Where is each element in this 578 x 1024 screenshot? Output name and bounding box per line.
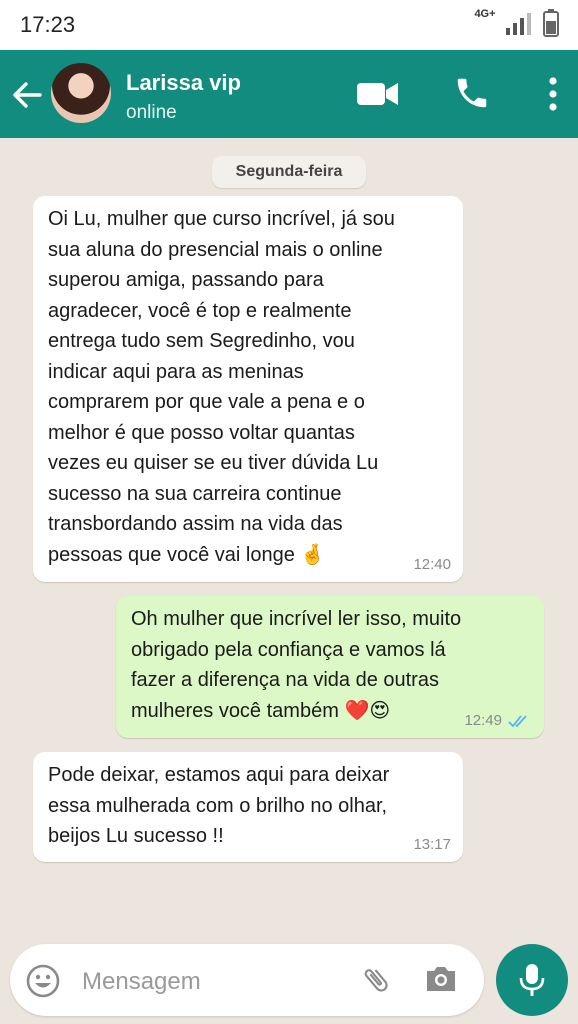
avatar[interactable] [51,63,111,123]
status-bar: 17:23 4G+ [0,0,578,50]
crossed-fingers-emoji: 🤞 [300,543,326,566]
mic-icon [519,964,545,996]
message-text: Pode deixar, estamos aqui para deixar es… [48,764,390,847]
chat-area[interactable]: Segunda-feira Oi Lu, mulher que curso in… [0,138,578,944]
signal-icon [506,13,531,35]
message-time: 13:17 [413,836,451,853]
heart-emoji: ❤️😍 [344,699,391,722]
phone-icon[interactable] [453,74,491,112]
attach-icon[interactable] [360,964,392,996]
message-bubble-incoming[interactable]: Oi Lu, mulher que curso incrível, já sou… [33,196,463,582]
message-time: 12:40 [413,556,451,573]
network-indicator: 4G+ [474,8,496,20]
message-bubble-incoming[interactable]: Pode deixar, estamos aqui para deixar es… [33,752,463,862]
message-bubble-outgoing[interactable]: Oh mulher que incrível ler isso, muito o… [116,596,544,738]
video-call-icon[interactable] [356,80,400,108]
chat-header: Larissa vip online [0,50,578,138]
message-time: 12:49 [464,712,502,729]
battery-icon [543,9,559,37]
mic-button[interactable] [496,944,568,1016]
message-input[interactable]: Mensagem [82,968,201,996]
emoji-icon[interactable] [26,964,60,998]
message-text: Oh mulher que incrível ler isso, muito o… [131,604,534,726]
status-time: 17:23 [20,12,76,37]
message-text: Oi Lu, mulher que curso incrível, já sou… [48,204,453,570]
camera-icon[interactable] [424,964,458,994]
contact-status: online [126,102,177,123]
double-check-icon [508,715,527,728]
more-options-icon[interactable] [545,76,561,112]
date-chip: Segunda-feira [212,156,366,188]
contact-name[interactable]: Larissa vip [126,70,241,96]
back-arrow-icon[interactable] [10,78,44,112]
message-input-bar[interactable]: Mensagem [10,944,484,1016]
